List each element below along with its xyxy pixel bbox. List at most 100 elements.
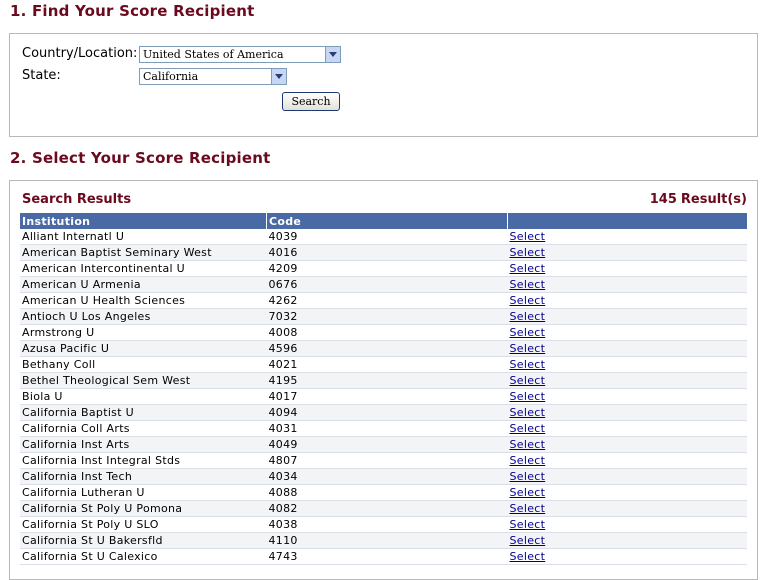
table-row: Bethany Coll 4021 Select	[20, 356, 747, 373]
institution-code: 0676	[266, 276, 508, 293]
institution-code: 4034	[266, 468, 508, 485]
institution-code: 4110	[266, 532, 508, 549]
search-results-title: Search Results	[22, 192, 132, 207]
select-cell: Select	[507, 356, 747, 373]
institution-name: Alliant Internatl U	[20, 229, 267, 245]
select-link[interactable]: Select	[510, 326, 546, 339]
select-cell: Select	[507, 229, 747, 245]
select-link[interactable]: Select	[510, 406, 546, 419]
institution-name: California Baptist U	[20, 404, 267, 421]
institution-code: 4807	[266, 452, 508, 469]
column-header-code: Code	[266, 213, 508, 229]
state-select[interactable]: California	[139, 68, 287, 85]
select-link[interactable]: Select	[510, 550, 546, 563]
select-cell: Select	[507, 308, 747, 325]
select-cell: Select	[507, 484, 747, 501]
select-link[interactable]: Select	[510, 486, 546, 499]
results-count-number: 145	[649, 192, 677, 207]
institution-name: American U Health Sciences	[20, 292, 267, 309]
institution-name: California Lutheran U	[20, 484, 267, 501]
institution-name: American Intercontinental U	[20, 260, 267, 277]
select-cell: Select	[507, 244, 747, 261]
institution-code: 4082	[266, 500, 508, 517]
table-row: American Baptist Seminary West 4016 Select	[20, 244, 747, 261]
institution-name: Armstrong U	[20, 324, 267, 341]
select-cell: Select	[507, 452, 747, 469]
table-row: American Intercontinental U 4209 Select	[20, 260, 747, 277]
select-cell: Select	[507, 260, 747, 277]
table-row: California Inst Integral Stds 4807 Select	[20, 452, 747, 469]
table-row: California St Poly U SLO 4038 Select	[20, 516, 747, 533]
institution-code: 4008	[266, 324, 508, 341]
select-cell: Select	[507, 292, 747, 309]
table-row: California Inst Tech 4034 Select	[20, 468, 747, 485]
select-cell: Select	[507, 388, 747, 405]
country-select[interactable]: United States of America	[139, 46, 341, 63]
select-link[interactable]: Select	[510, 438, 546, 451]
table-row: California St U Bakersfld 4110 Select	[20, 532, 747, 549]
select-link[interactable]: Select	[510, 262, 546, 275]
select-cell: Select	[507, 324, 747, 341]
institution-code: 4262	[266, 292, 508, 309]
table-row: American U Health Sciences 4262 Select	[20, 292, 747, 309]
select-cell: Select	[507, 276, 747, 293]
select-link[interactable]: Select	[510, 342, 546, 355]
select-link[interactable]: Select	[510, 246, 546, 259]
select-cell: Select	[507, 532, 747, 549]
institution-name: California Inst Integral Stds	[20, 452, 267, 469]
institution-code: 4596	[266, 340, 508, 357]
column-header-institution: Institution	[20, 213, 267, 229]
select-link[interactable]: Select	[510, 230, 546, 243]
institution-code: 4743	[266, 548, 508, 565]
institution-code: 4031	[266, 420, 508, 437]
table-row: Biola U 4017 Select	[20, 388, 747, 405]
select-cell: Select	[507, 548, 747, 565]
table-row: California Inst Arts 4049 Select	[20, 436, 747, 453]
institution-name: Bethany Coll	[20, 356, 267, 373]
select-link[interactable]: Select	[510, 470, 546, 483]
select-cell: Select	[507, 436, 747, 453]
institution-name: California St U Calexico	[20, 548, 267, 565]
institution-name: California St Poly U Pomona	[20, 500, 267, 517]
results-table: Institution Code Alliant Internatl U 4039…	[20, 213, 747, 565]
search-button[interactable]: Search	[282, 92, 340, 111]
institution-code: 4016	[266, 244, 508, 261]
institution-name: California Coll Arts	[20, 420, 267, 437]
chevron-down-icon[interactable]	[325, 47, 340, 62]
institution-code: 4017	[266, 388, 508, 405]
institution-name: California Inst Tech	[20, 468, 267, 485]
institution-code: 7032	[266, 308, 508, 325]
select-link[interactable]: Select	[510, 310, 546, 323]
institution-code: 4195	[266, 372, 508, 389]
institution-name: American U Armenia	[20, 276, 267, 293]
institution-code: 4094	[266, 404, 508, 421]
institution-code: 4021	[266, 356, 508, 373]
select-link[interactable]: Select	[510, 374, 546, 387]
select-link[interactable]: Select	[510, 278, 546, 291]
institution-name: Azusa Pacific U	[20, 340, 267, 357]
select-link[interactable]: Select	[510, 422, 546, 435]
select-cell: Select	[507, 372, 747, 389]
select-link[interactable]: Select	[510, 518, 546, 531]
results-panel: Search Results 145 Result(s) Institution …	[9, 180, 758, 580]
select-link[interactable]: Select	[510, 534, 546, 547]
select-link[interactable]: Select	[510, 454, 546, 467]
table-row: California Baptist U 4094 Select	[20, 404, 747, 421]
table-row: Azusa Pacific U 4596 Select	[20, 340, 747, 357]
institution-code: 4039	[266, 229, 508, 245]
institution-code: 4209	[266, 260, 508, 277]
institution-name: Antioch U Los Angeles	[20, 308, 267, 325]
select-link[interactable]: Select	[510, 390, 546, 403]
select-link[interactable]: Select	[510, 294, 546, 307]
select-cell: Select	[507, 404, 747, 421]
table-row: California Lutheran U 4088 Select	[20, 484, 747, 501]
table-row: Alliant Internatl U 4039 Select	[20, 229, 747, 245]
select-cell: Select	[507, 340, 747, 357]
institution-name: American Baptist Seminary West	[20, 244, 267, 261]
chevron-down-icon[interactable]	[271, 69, 286, 84]
table-row: Bethel Theological Sem West 4195 Select	[20, 372, 747, 389]
select-link[interactable]: Select	[510, 502, 546, 515]
institution-name: California St Poly U SLO	[20, 516, 267, 533]
select-link[interactable]: Select	[510, 358, 546, 371]
find-recipient-panel: Country/Location: United States of Ameri…	[9, 33, 758, 137]
